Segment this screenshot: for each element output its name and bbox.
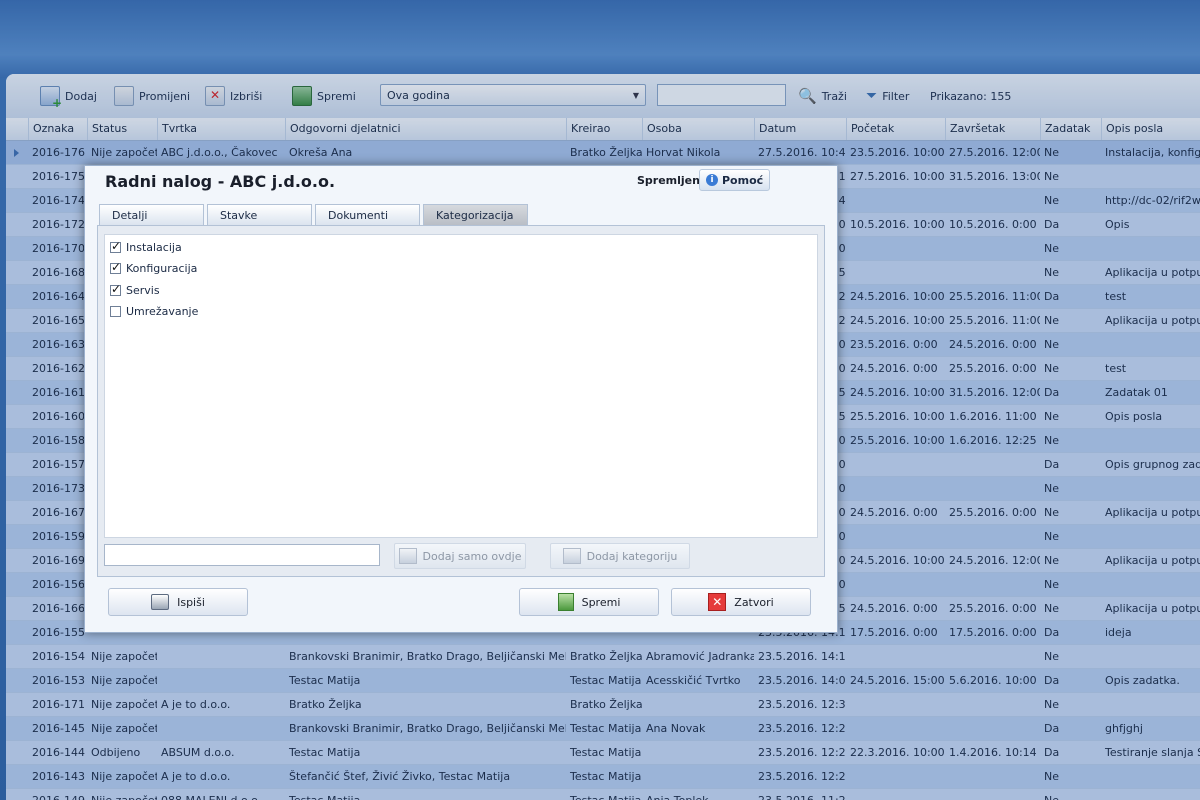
category-label: Instalacija	[126, 240, 182, 254]
add-here-button-label: Dodaj samo ovdje	[422, 549, 522, 563]
category-item[interactable]: Servis	[110, 281, 160, 299]
close-icon: ✕	[708, 593, 727, 611]
tab-panel-categorization: Instalacija Konfiguracija Servis Umrežavanj…	[97, 225, 825, 577]
add-here-icon	[398, 548, 417, 564]
new-category-input[interactable]	[104, 544, 380, 566]
add-category-button[interactable]: Dodaj kategoriju	[550, 543, 690, 569]
category-label: Servis	[126, 283, 160, 297]
category-label: Konfiguracija	[126, 262, 198, 275]
tab-3[interactable]: Kategorizacija	[423, 204, 528, 225]
help-button[interactable]: i Pomoć	[699, 169, 771, 191]
add-category-icon	[562, 548, 581, 564]
printer-icon	[151, 594, 170, 610]
tab-1[interactable]: Stavke	[207, 204, 312, 225]
category-item[interactable]: Umrežavanje	[110, 303, 198, 321]
category-checkbox[interactable]	[110, 239, 121, 253]
tab-0[interactable]: Detalji	[99, 204, 204, 225]
help-button-label: Pomoć	[722, 173, 764, 187]
close-button-label: Zatvori	[734, 595, 774, 609]
info-icon: i	[706, 174, 718, 186]
category-checkbox[interactable]	[110, 306, 121, 317]
dialog-title: Radni nalog - ABC j.d.o.o.	[105, 172, 336, 191]
category-checkbox[interactable]	[110, 260, 121, 274]
save-icon	[557, 593, 574, 611]
category-item[interactable]: Instalacija	[110, 238, 182, 256]
print-button[interactable]: Ispiši	[108, 588, 248, 616]
add-category-button-label: Dodaj kategoriju	[586, 549, 678, 563]
tab-2[interactable]: Dokumenti	[315, 204, 420, 225]
category-list: Instalacija Konfiguracija Servis Umrežavanj…	[104, 234, 818, 538]
close-button[interactable]: ✕ Zatvori	[671, 588, 811, 616]
add-here-button[interactable]: Dodaj samo ovdje	[394, 543, 526, 569]
dialog-save-button[interactable]: Spremi	[519, 588, 659, 616]
category-checkbox[interactable]	[110, 282, 121, 296]
category-label: Umrežavanje	[126, 305, 199, 318]
work-order-dialog: Radni nalog - ABC j.d.o.o. Spremljeno i …	[84, 165, 838, 633]
dialog-save-button-label: Spremi	[581, 595, 621, 609]
print-button-label: Ispiši	[177, 595, 205, 609]
saved-status: Spremljeno	[637, 174, 708, 187]
category-item[interactable]: Konfiguracija	[110, 260, 197, 278]
